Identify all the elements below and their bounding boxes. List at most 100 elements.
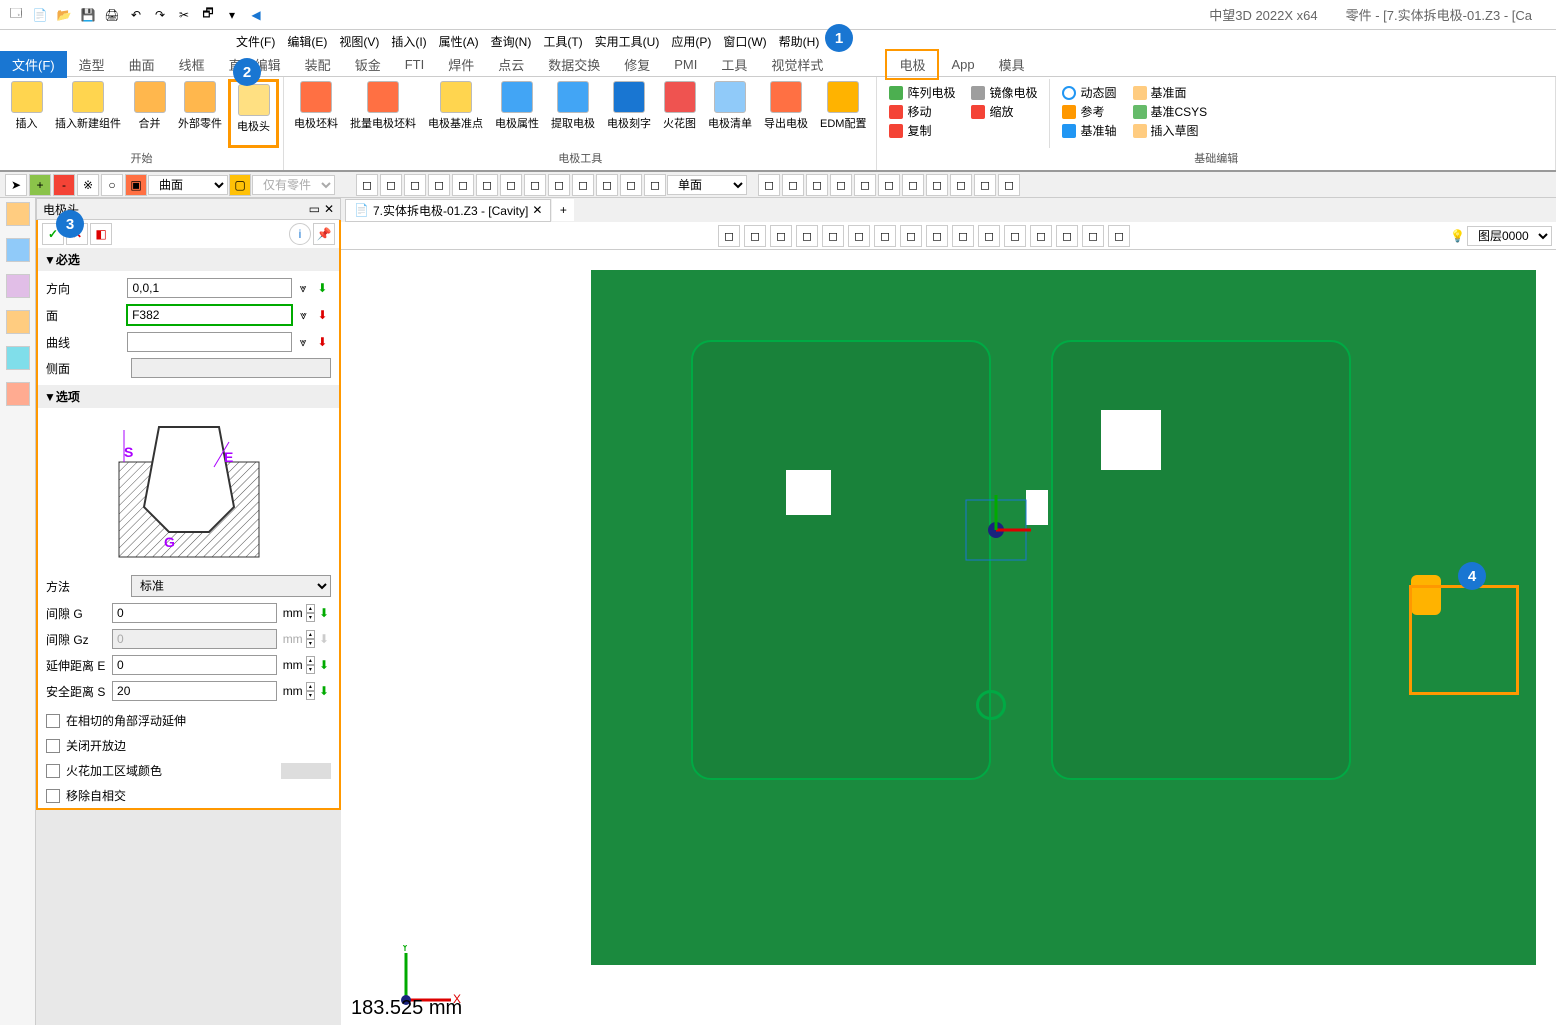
v10-icon[interactable]: ◻ (952, 225, 974, 247)
ext-input[interactable] (112, 655, 277, 675)
spin-down[interactable]: ▾ (306, 665, 315, 674)
gapg-input[interactable] (112, 603, 277, 623)
spin-up[interactable]: ▴ (306, 656, 315, 665)
btn-attr[interactable]: 电极属性 (489, 79, 545, 148)
spin-down[interactable]: ▾ (306, 613, 315, 622)
v15-icon[interactable]: ◻ (1082, 225, 1104, 247)
pick-icon[interactable]: ⬇ (314, 279, 331, 297)
sidebar-cube-icon[interactable] (6, 202, 30, 226)
tab-shape[interactable]: 造型 (67, 51, 117, 78)
tab-mold[interactable]: 模具 (987, 51, 1037, 78)
dir-input[interactable] (127, 278, 292, 298)
btn-move[interactable]: 移动 (883, 102, 961, 121)
side-input[interactable] (131, 358, 331, 378)
btn-batch-blank[interactable]: 批量电极坯料 (344, 79, 422, 148)
t12-icon[interactable]: ◻ (620, 174, 642, 196)
tab-app2[interactable]: App (939, 53, 986, 76)
u9-icon[interactable]: ◻ (950, 174, 972, 196)
btn-list[interactable]: 电极清单 (702, 79, 758, 148)
spin-up[interactable]: ▴ (306, 604, 315, 613)
undo-icon[interactable]: ↶ (126, 5, 146, 25)
minus-icon[interactable]: - (53, 174, 75, 196)
back-icon[interactable]: ◀ (246, 5, 266, 25)
spin-up[interactable]: ▴ (306, 682, 315, 691)
menu-tools[interactable]: 工具(T) (537, 33, 588, 50)
t3-icon[interactable]: ◻ (404, 174, 426, 196)
cut-icon[interactable]: ✂ (174, 5, 194, 25)
btn-electrode-head[interactable]: 电极头 (228, 79, 279, 148)
btn-array[interactable]: 阵列电极 (883, 83, 961, 102)
tab-fti[interactable]: FTI (393, 53, 437, 76)
btn-spark[interactable]: 火花图 (657, 79, 702, 148)
manager-icon[interactable]: 🗗 (198, 5, 218, 25)
dropdown-icon[interactable]: ▾ (222, 5, 242, 25)
curve-input[interactable] (127, 332, 292, 352)
v9-icon[interactable]: ◻ (926, 225, 948, 247)
menu-edit[interactable]: 编辑(E) (281, 33, 333, 50)
t10-icon[interactable]: ◻ (572, 174, 594, 196)
gapgz-input[interactable] (112, 629, 277, 649)
layer-select[interactable]: 图层0000 (1467, 226, 1552, 246)
u11-icon[interactable]: ◻ (998, 174, 1020, 196)
plus-icon[interactable]: + (29, 174, 51, 196)
tab-wire[interactable]: 线框 (167, 51, 217, 78)
btn-extern[interactable]: 外部零件 (172, 79, 228, 148)
tab-weld[interactable]: 焊件 (436, 51, 486, 78)
sidebar-pic-icon[interactable] (6, 346, 30, 370)
save-icon[interactable]: 💾 (78, 5, 98, 25)
check-float[interactable] (46, 714, 60, 728)
t13-icon[interactable]: ◻ (644, 174, 666, 196)
check-color[interactable] (46, 764, 60, 778)
v6-icon[interactable]: ◻ (848, 225, 870, 247)
tab-assy[interactable]: 装配 (293, 51, 343, 78)
u3-icon[interactable]: ◻ (806, 174, 828, 196)
v8-icon[interactable]: ◻ (900, 225, 922, 247)
menu-query[interactable]: 查询(N) (485, 33, 538, 50)
chevron-icon[interactable]: ⩔ (295, 306, 312, 324)
pick-icon[interactable]: ⬇ (317, 656, 331, 674)
menu-help[interactable]: 帮助(H) (773, 33, 826, 50)
t2-icon[interactable]: ◻ (380, 174, 402, 196)
new-icon[interactable]: 📄 (30, 5, 50, 25)
circle-icon[interactable]: ○ (101, 174, 123, 196)
tab-pmi[interactable]: PMI (662, 53, 709, 76)
v2-icon[interactable]: ◻ (744, 225, 766, 247)
pick-icon[interactable]: ⬇ (317, 604, 331, 622)
tab-surface[interactable]: 曲面 (117, 51, 167, 78)
v7-icon[interactable]: ◻ (874, 225, 896, 247)
pick-icon[interactable]: ⬇ (314, 306, 331, 324)
v12-icon[interactable]: ◻ (1004, 225, 1026, 247)
redo-icon[interactable]: ↷ (150, 5, 170, 25)
chevron-icon[interactable]: ⩔ (294, 333, 311, 351)
t5-icon[interactable]: ◻ (452, 174, 474, 196)
btn-edm[interactable]: EDM配置 (814, 79, 872, 148)
pin-icon[interactable]: 📌 (313, 223, 335, 245)
face-input[interactable] (126, 304, 293, 326)
bulb-icon[interactable]: 💡 (1450, 229, 1465, 243)
spin-down[interactable]: ▾ (306, 639, 315, 648)
menu-window[interactable]: 窗口(W) (717, 33, 772, 50)
tab-electrode[interactable]: 电极 (885, 49, 939, 80)
sidebar-user-icon[interactable] (6, 382, 30, 406)
btn-scale[interactable]: 缩放 (965, 102, 1043, 121)
menu-attr[interactable]: 属性(A) (433, 33, 485, 50)
apply-button[interactable]: ◧ (90, 223, 112, 245)
spin-up[interactable]: ▴ (306, 630, 315, 639)
btn-engrave[interactable]: 电极刻字 (601, 79, 657, 148)
sidebar-box-icon[interactable] (6, 310, 30, 334)
t1-icon[interactable]: ◻ (356, 174, 378, 196)
safe-input[interactable] (112, 681, 277, 701)
btn-insert-new[interactable]: 插入新建组件 (49, 79, 127, 148)
cross-icon[interactable]: ※ (77, 174, 99, 196)
partsonly-select[interactable]: 仅有零件 (252, 175, 335, 195)
tab-exchange[interactable]: 数据交换 (536, 51, 612, 78)
v11-icon[interactable]: ◻ (978, 225, 1000, 247)
u1-icon[interactable]: ◻ (758, 174, 780, 196)
btn-plane[interactable]: 基准面 (1127, 83, 1214, 102)
t7-icon[interactable]: ◻ (500, 174, 522, 196)
cursor-icon[interactable]: ➤ (5, 174, 27, 196)
t4-icon[interactable]: ◻ (428, 174, 450, 196)
check-remove[interactable] (46, 789, 60, 803)
menu-view[interactable]: 视图(V) (333, 33, 385, 50)
color-swatch[interactable] (281, 763, 331, 779)
